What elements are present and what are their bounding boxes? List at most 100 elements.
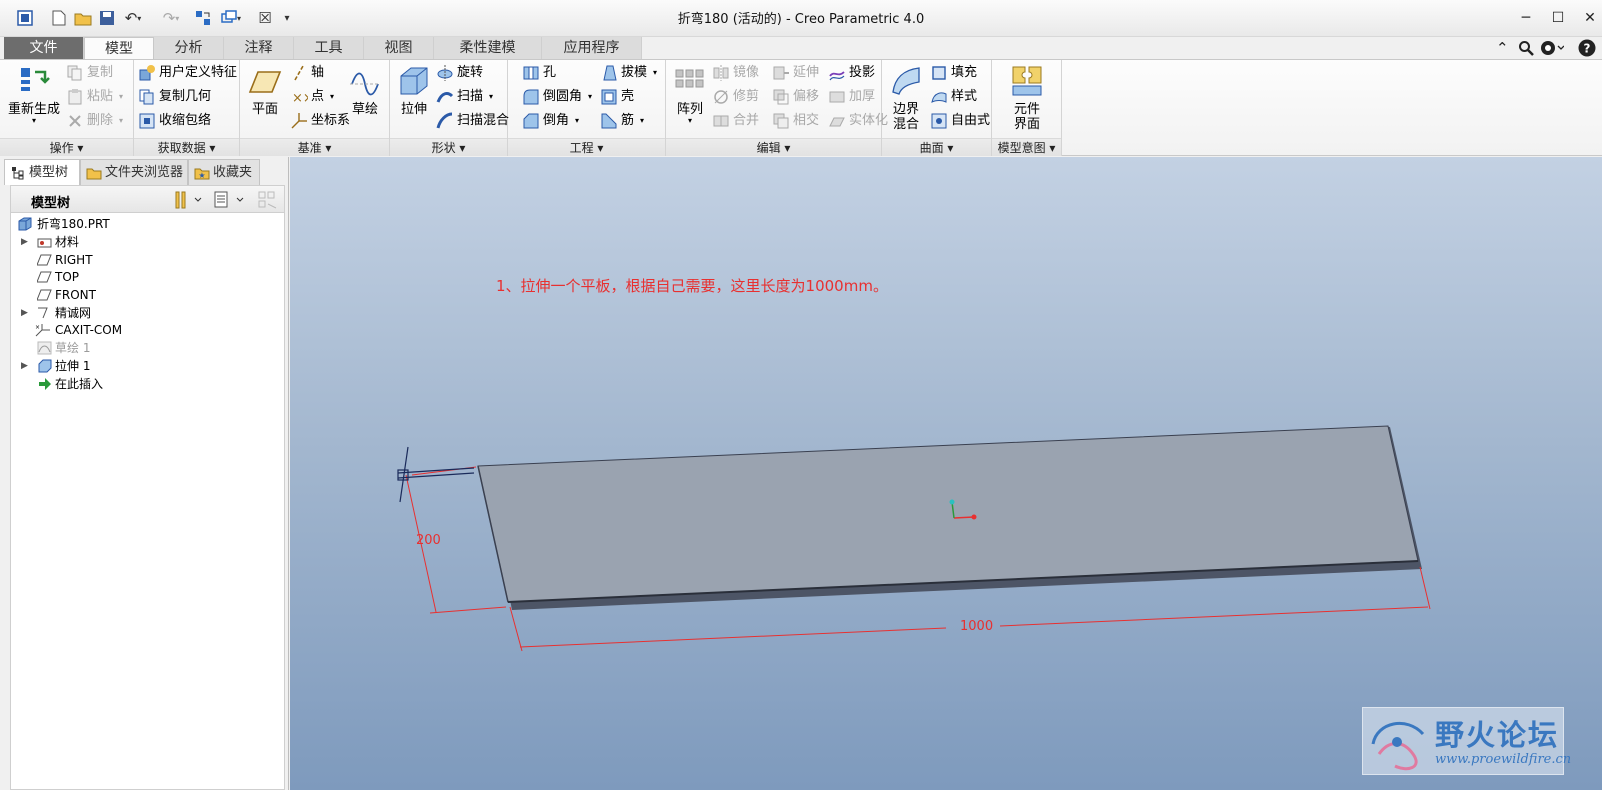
pattern-icon (673, 64, 707, 98)
copy-button[interactable]: 复制 (66, 62, 113, 84)
revolve-button[interactable]: 旋转 (436, 62, 483, 84)
group-engineering-label[interactable]: 工程 ▾ (508, 138, 665, 156)
watermark-url: www.proewildfire.cn (1435, 752, 1572, 767)
solidify-icon (828, 112, 846, 130)
ribbon: 重新生成 ▾ 复制 粘贴 ▾ 删除 ▾ 操作 ▾ 用户定义特征 复制几何 收缩包… (0, 59, 1602, 156)
tab-model-tree[interactable]: 模型树 (4, 159, 80, 185)
tree-show-icon[interactable] (213, 190, 247, 213)
csys-button[interactable]: 坐标系 (290, 110, 350, 132)
component-interface-button[interactable]: 元件界面 (1000, 64, 1054, 132)
project-button[interactable]: 投影 (828, 62, 875, 84)
model-tree: 折弯180.PRT ▶ 材料 RIGHT TOP FRONT ▶ 精诚网 × C… (10, 213, 285, 790)
dimension-1000-label[interactable]: 1000 (960, 619, 993, 634)
expand-icon[interactable]: ▶ (21, 233, 31, 251)
component-interface-icon (1010, 64, 1044, 98)
group-operations: 重新生成 ▾ 复制 粘贴 ▾ 删除 ▾ 操作 ▾ (0, 60, 134, 156)
style-button[interactable]: 样式 (930, 86, 977, 108)
merge-button[interactable]: 合并 (712, 110, 759, 132)
solidify-button[interactable]: 实体化 (828, 110, 888, 132)
boundary-blend-button[interactable]: 边界混合 (886, 64, 926, 132)
tab-model[interactable]: 模型 (84, 37, 154, 60)
community-icon[interactable] (1540, 37, 1564, 59)
collapse-ribbon-icon[interactable]: ⌃ (1496, 37, 1509, 59)
copy-geometry-icon (138, 88, 156, 106)
expand-icon[interactable]: ▶ (21, 304, 31, 322)
tab-folder-browser[interactable]: 文件夹浏览器 (80, 159, 188, 185)
regenerate-button[interactable]: 重新生成 ▾ (6, 64, 62, 125)
watermark-logo-icon (1371, 722, 1425, 771)
group-get-data-label[interactable]: 获取数据 ▾ (134, 138, 239, 156)
extend-button[interactable]: 延伸 (772, 62, 819, 84)
group-shapes: 拉伸 旋转 扫描 ▾ 扫描混合 形状 ▾ (390, 60, 509, 156)
freestyle-icon (930, 112, 948, 130)
sweep-button[interactable]: 扫描 ▾ (436, 86, 493, 108)
chamfer-button[interactable]: 倒角 ▾ (522, 110, 579, 132)
group-surfaces-label[interactable]: 曲面 ▾ (882, 138, 991, 156)
offset-button[interactable]: 偏移 (772, 86, 819, 108)
tab-analysis[interactable]: 分析 (154, 37, 224, 59)
navigator-panel: 模型树 文件夹浏览器 ★ 收藏夹 模型树 折弯180.PRT ▶ 材料 RIGH… (0, 157, 289, 790)
instruction-annotation: 1、拉伸一个平板，根据自己需要，这里长度为1000mm。 (496, 277, 888, 295)
svg-text:?: ? (1584, 42, 1591, 56)
freestyle-button[interactable]: 自由式 (930, 110, 990, 132)
rib-icon (600, 112, 618, 130)
delete-button[interactable]: 删除 ▾ (66, 110, 123, 132)
search-icon[interactable] (1518, 37, 1534, 59)
draft-button[interactable]: 拔模 ▾ (600, 62, 657, 84)
thicken-button[interactable]: 加厚 (828, 86, 875, 108)
trim-button[interactable]: 修剪 (712, 86, 759, 108)
intersect-button[interactable]: 相交 (772, 110, 819, 132)
udf-button[interactable]: 用户定义特征 (138, 62, 237, 84)
group-shapes-label[interactable]: 形状 ▾ (390, 138, 507, 156)
tab-applications[interactable]: 应用程序 (542, 37, 642, 59)
shell-icon (600, 88, 618, 106)
group-model-intent-label[interactable]: 模型意图 ▾ (992, 138, 1061, 156)
minimize-button[interactable]: ─ (1512, 6, 1540, 30)
mirror-button[interactable]: 镜像 (712, 62, 759, 84)
group-surfaces: 边界混合 填充 样式 自由式 曲面 ▾ (882, 60, 992, 156)
svg-text:××: ×× (292, 91, 308, 106)
chamfer-icon (522, 112, 540, 130)
tree-settings-icon[interactable] (173, 190, 203, 213)
swept-blend-button[interactable]: 扫描混合 (436, 110, 509, 132)
maximize-button[interactable]: ☐ (1544, 6, 1572, 30)
extrude-icon (397, 64, 431, 98)
fill-button[interactable]: 填充 (930, 62, 977, 84)
tab-tools[interactable]: 工具 (294, 37, 364, 59)
tab-flexible-modeling[interactable]: 柔性建模 (434, 37, 542, 59)
group-datum-label[interactable]: 基准 ▾ (240, 138, 389, 156)
model-tree-icon (12, 167, 24, 180)
extrude-button[interactable]: 拉伸 (394, 64, 434, 117)
group-operations-label[interactable]: 操作 ▾ (0, 138, 133, 156)
shrinkwrap-button[interactable]: 收缩包络 (138, 110, 211, 132)
intersect-icon (772, 112, 790, 130)
expand-icon[interactable]: ▶ (21, 357, 31, 375)
svg-text:×: × (35, 324, 40, 331)
close-button[interactable]: ✕ (1576, 6, 1602, 30)
tab-file[interactable]: 文件 (4, 37, 84, 59)
offset-icon (772, 88, 790, 106)
tab-view[interactable]: 视图 (364, 37, 434, 59)
paste-button[interactable]: 粘贴 ▾ (66, 86, 123, 108)
shell-button[interactable]: 壳 (600, 86, 634, 108)
group-editing-label[interactable]: 编辑 ▾ (666, 138, 881, 156)
swept-blend-icon (436, 112, 454, 130)
fill-icon (930, 64, 948, 82)
help-icon[interactable]: ? (1578, 37, 1596, 59)
hole-button[interactable]: 孔 (522, 62, 556, 84)
dimension-200-label[interactable]: 200 (416, 533, 441, 548)
watermark: 野火论坛 www.proewildfire.cn (1362, 707, 1571, 775)
model-tree-title: 模型树 (31, 196, 71, 211)
copy-geometry-button[interactable]: 复制几何 (138, 86, 211, 108)
tab-annotate[interactable]: 注释 (224, 37, 294, 59)
graphics-area[interactable]: 1、拉伸一个平板，根据自己需要，这里长度为1000mm。 200 1000 野火… (290, 157, 1602, 790)
rib-button[interactable]: 筋 ▾ (600, 110, 644, 132)
axis-button[interactable]: 轴 (290, 62, 324, 84)
tab-favorites[interactable]: ★ 收藏夹 (188, 159, 260, 185)
point-button[interactable]: ×× 点▾ (290, 86, 334, 108)
round-button[interactable]: 倒圆角 ▾ (522, 86, 592, 108)
plane-button[interactable]: 平面 (244, 64, 286, 117)
tree-filter-icon[interactable] (257, 190, 279, 213)
pattern-button[interactable]: 阵列 ▾ (670, 64, 710, 125)
sketch-button[interactable]: 草绘 (344, 64, 386, 117)
